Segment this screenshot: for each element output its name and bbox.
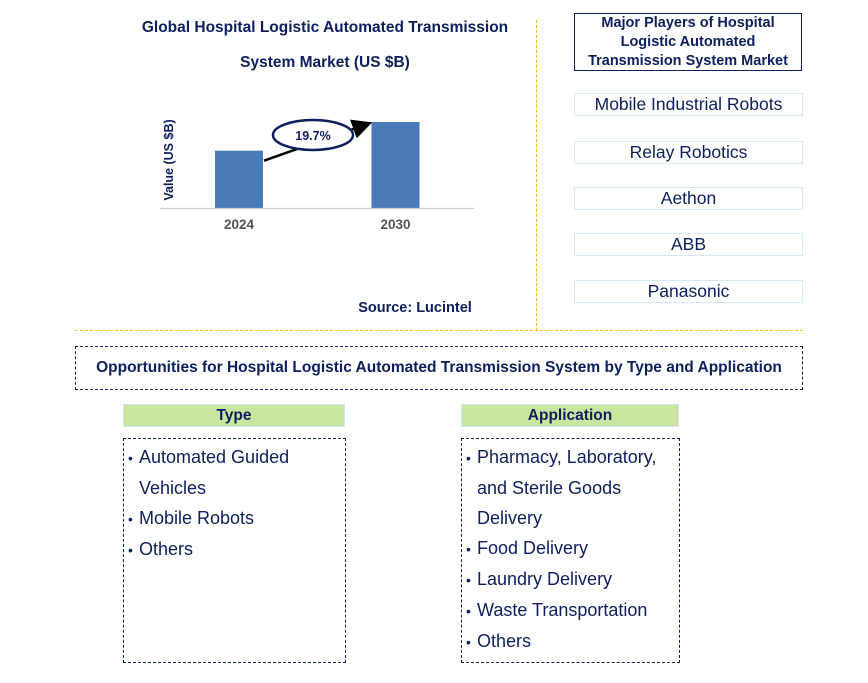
player-item: Mobile Industrial Robots (574, 93, 803, 116)
bullet-icon: • (128, 450, 133, 466)
bar-2024 (215, 150, 263, 208)
list-item-text: Pharmacy, Laboratory, and Sterile Goods … (477, 447, 657, 528)
y-axis-label: Value (US $B) (162, 119, 176, 200)
players-title-line-3: Transmission System Market (588, 52, 788, 69)
list-item: • Waste Transportation (466, 595, 679, 626)
vertical-divider (536, 20, 537, 331)
list-item: • Others (128, 534, 345, 565)
list-item: • Mobile Robots (128, 503, 345, 534)
cagr-label: 19.7% (295, 129, 330, 143)
application-list-box: • Pharmacy, Laboratory, and Sterile Goods… (461, 438, 680, 663)
players-title-line-2: Logistic Automated (620, 33, 756, 50)
player-item: ABB (574, 233, 803, 256)
list-item-text: Waste Transportation (477, 600, 648, 620)
list-item: • Pharmacy, Laboratory, and Sterile Goods… (466, 442, 679, 533)
bullet-icon: • (466, 634, 471, 650)
list-item-text: Automated Guided Vehicles (139, 447, 290, 498)
player-item: Relay Robotics (574, 141, 803, 164)
list-item-text: Others (139, 539, 194, 559)
type-header: Type (123, 404, 345, 427)
players-title: Major Players of Hospital Logistic Autom… (574, 13, 802, 71)
bullet-icon: • (466, 541, 471, 557)
bullet-icon: • (128, 511, 133, 527)
bar-2030 (371, 122, 420, 208)
application-list: • Pharmacy, Laboratory, and Sterile Goods… (466, 442, 679, 657)
application-header: Application (461, 404, 679, 427)
x-tick-labels: 2024 2030 (224, 217, 411, 232)
list-item-text: Others (477, 631, 532, 651)
player-item: Aethon (574, 187, 803, 210)
x-tick-label: 2024 (224, 217, 255, 232)
list-item: • Automated Guided Vehicles (128, 442, 345, 503)
x-tick-label: 2030 (380, 217, 410, 232)
opportunities-title: Opportunities for Hospital Logistic Auto… (96, 359, 782, 376)
bullet-icon: • (466, 572, 471, 588)
horizontal-divider (75, 330, 803, 331)
type-list-box: • Automated Guided Vehicles • Mobile Robots… (123, 438, 346, 663)
list-item: • Others (466, 626, 679, 657)
bar-chart: 19.7% Value (US $B) 2024 2030 (160, 118, 474, 232)
bullet-icon: • (466, 450, 471, 466)
list-item-text: Food Delivery (477, 538, 589, 558)
players-title-line-1: Major Players of Hospital (601, 14, 775, 31)
source-label: Source: Lucintel (358, 300, 472, 316)
player-item: Panasonic (574, 280, 803, 303)
list-item: • Laundry Delivery (466, 564, 679, 595)
type-list: • Automated Guided Vehicles • Mobile Robots… (128, 442, 345, 565)
bullet-icon: • (466, 603, 471, 619)
list-item-text: Laundry Delivery (477, 569, 613, 589)
opportunities-title-box: Opportunities for Hospital Logistic Auto… (75, 346, 803, 390)
list-item: • Food Delivery (466, 533, 679, 564)
list-item-text: Mobile Robots (139, 508, 255, 528)
bullet-icon: • (128, 542, 133, 558)
